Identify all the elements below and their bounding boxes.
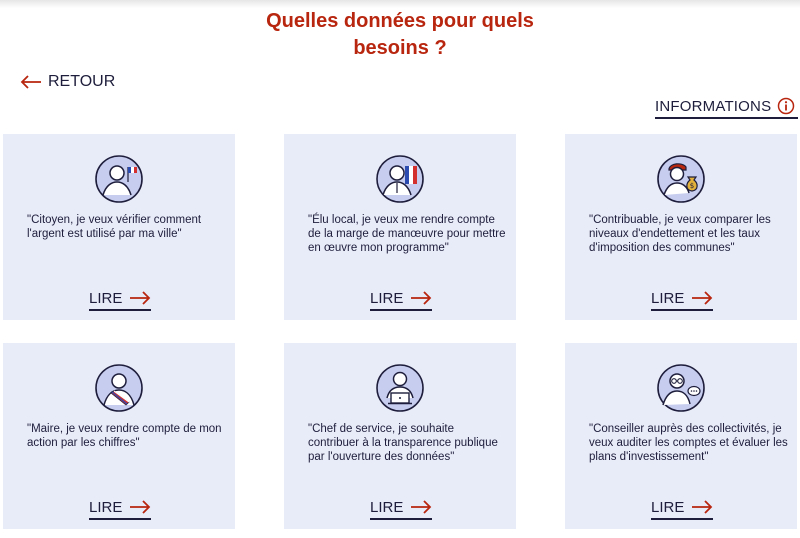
persona-card-citizen[interactable]: "Citoyen, je veux vérifier comment l'arg… <box>3 134 235 320</box>
read-button[interactable]: LIRE <box>370 496 432 520</box>
read-button-label: LIRE <box>370 289 404 307</box>
read-button[interactable]: LIRE <box>651 287 713 311</box>
persona-quote: "Citoyen, je veux vérifier comment l'arg… <box>27 214 202 240</box>
page-title-line-1: Quelles données pour quels <box>266 10 534 32</box>
persona-card-department-head[interactable]: "Chef de service, je souhaite contribuer… <box>284 343 516 529</box>
department-head-laptop-icon <box>376 364 424 412</box>
arrow-right-icon <box>691 291 713 305</box>
persona-card-mayor[interactable]: "Maire, je veux rendre compte de mon act… <box>3 343 235 529</box>
back-button-label: RETOUR <box>48 73 116 90</box>
elected-official-flag-icon <box>376 155 424 203</box>
informations-button[interactable]: INFORMATIONS <box>655 95 798 119</box>
read-button-label: LIRE <box>370 498 404 516</box>
read-button-label: LIRE <box>89 289 123 307</box>
advisor-glasses-speech-icon <box>657 364 705 412</box>
persona-quote: "Élu local, je veux me rendre compte de … <box>308 214 506 254</box>
arrow-right-icon <box>410 500 432 514</box>
persona-card-advisor[interactable]: "Conseiller auprès des collectivités, je… <box>565 343 797 529</box>
read-button-label: LIRE <box>89 498 123 516</box>
persona-quote: "Contribuable, je veux comparer les nive… <box>589 214 771 254</box>
arrow-right-icon <box>410 291 432 305</box>
read-button-label: LIRE <box>651 498 685 516</box>
page-title: Quelles données pour quels besoins ? <box>250 8 550 62</box>
persona-card-taxpayer[interactable]: $ "Contribuable, je veux comparer les ni… <box>565 134 797 320</box>
persona-quote: "Maire, je veux rendre compte de mon act… <box>27 423 222 449</box>
informations-label: INFORMATIONS <box>655 97 772 115</box>
arrow-right-icon <box>691 500 713 514</box>
read-button[interactable]: LIRE <box>651 496 713 520</box>
arrow-right-icon <box>129 291 151 305</box>
svg-text:$: $ <box>690 182 694 190</box>
taxpayer-money-bag-icon: $ <box>657 155 705 203</box>
persona-quote: "Chef de service, je souhaite contribuer… <box>308 423 498 463</box>
mayor-sash-icon <box>95 364 143 412</box>
read-button-label: LIRE <box>651 289 685 307</box>
page-title-line-2: besoins ? <box>353 37 447 59</box>
persona-quote: "Conseiller auprès des collectivités, je… <box>589 423 788 463</box>
arrow-right-icon <box>129 500 151 514</box>
citizen-flag-icon <box>95 155 143 203</box>
read-button[interactable]: LIRE <box>89 496 151 520</box>
back-button[interactable]: RETOUR <box>20 73 115 91</box>
arrow-left-icon <box>20 75 42 89</box>
info-circle-icon <box>777 97 795 115</box>
read-button[interactable]: LIRE <box>370 287 432 311</box>
top-shadow <box>0 0 800 8</box>
persona-card-elected-official[interactable]: "Élu local, je veux me rendre compte de … <box>284 134 516 320</box>
read-button[interactable]: LIRE <box>89 287 151 311</box>
